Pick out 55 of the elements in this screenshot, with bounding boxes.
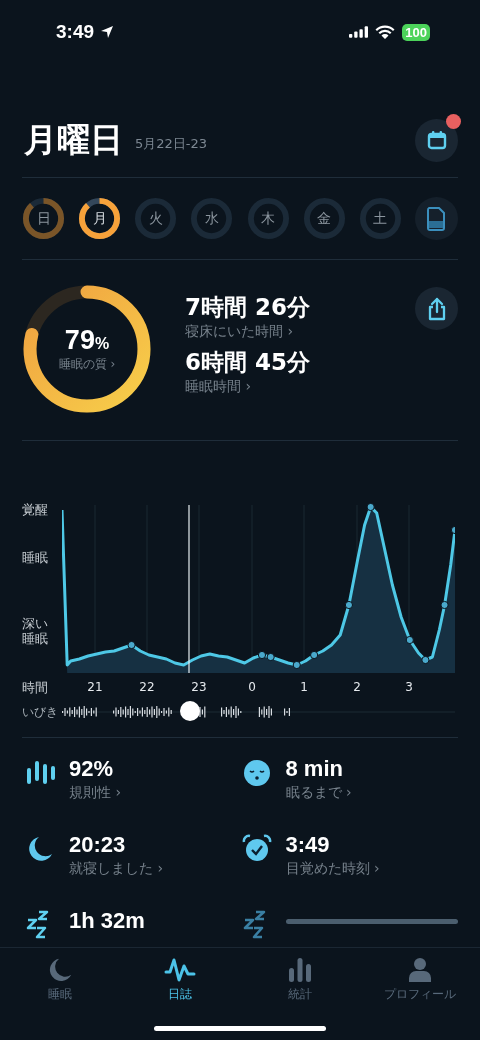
- day-tab[interactable]: 月: [78, 197, 122, 240]
- tab-bar-item[interactable]: 統計: [240, 948, 360, 1040]
- bar-chart-icon: [286, 956, 314, 984]
- duration-link[interactable]: 寝床にいた時間 ›: [185, 323, 415, 341]
- alarm-clock-icon: [241, 834, 272, 864]
- calendar-icon: [426, 130, 447, 150]
- hour-label: 1: [300, 680, 308, 694]
- axis-label: 時間: [22, 679, 49, 697]
- stat-link[interactable]: 眠るまで ›: [285, 784, 458, 802]
- wifi-icon: [375, 25, 396, 39]
- tab-bar-item[interactable]: 日誌: [120, 948, 240, 1040]
- day-tab[interactable]: 火: [134, 197, 178, 240]
- stat-link[interactable]: 規則性 ›: [69, 784, 242, 802]
- quality-score: 79%: [64, 325, 110, 356]
- day-tab[interactable]: 土: [358, 197, 402, 240]
- sleepy-face-icon: [241, 758, 272, 788]
- tab-bar-item[interactable]: 睡眠: [0, 948, 120, 1040]
- hour-label: 23: [191, 680, 207, 694]
- stat-value: 3:49: [285, 832, 331, 858]
- stat-value: 20:23: [69, 832, 127, 858]
- hour-label: 0: [248, 680, 256, 694]
- signal-icon: [349, 26, 369, 38]
- stage-label: 睡眠: [22, 551, 48, 566]
- duration-link[interactable]: 睡眠時間 ›: [185, 378, 415, 396]
- day-tab[interactable]: 木: [246, 197, 290, 240]
- location-arrow-icon: [100, 25, 115, 39]
- stat-value: 8 min: [285, 756, 344, 782]
- stat-value: 1h 32m: [69, 908, 146, 934]
- stage-label: 深い睡眠: [22, 617, 48, 647]
- snore-label: いびき: [22, 703, 59, 721]
- person-icon: [406, 956, 434, 984]
- duration-value: 6時間 45分: [185, 348, 312, 377]
- quality-link[interactable]: 睡眠の質 ›: [58, 356, 116, 373]
- share-button[interactable]: [415, 287, 458, 330]
- document-icon: [426, 206, 447, 231]
- report-button[interactable]: [415, 197, 458, 240]
- playhead-handle[interactable]: [180, 701, 200, 721]
- day-tab[interactable]: 金: [302, 197, 346, 240]
- stat-link[interactable]: 目覚めた時刻 ›: [285, 860, 458, 878]
- hour-label: 22: [139, 680, 155, 694]
- stat-link[interactable]: 就寝しました ›: [69, 860, 242, 878]
- hour-label: 21: [87, 680, 103, 694]
- battery-level: 100: [402, 23, 430, 41]
- day-title: 月曜日: [24, 118, 123, 161]
- stat-value: 92%: [69, 756, 115, 782]
- day-tab[interactable]: 日: [22, 197, 65, 240]
- day-tab[interactable]: 水: [190, 197, 234, 240]
- duration-value: 7時間 26分: [185, 293, 312, 322]
- date-range: 5月22日-23: [135, 135, 208, 153]
- hour-label: 3: [405, 680, 413, 694]
- status-time: 3:49: [56, 21, 95, 43]
- tab-bar-item[interactable]: プロフィール: [360, 948, 480, 1040]
- hour-label: 2: [353, 680, 361, 694]
- wave-icon: [164, 956, 196, 984]
- stage-label: 覚醒: [22, 503, 48, 518]
